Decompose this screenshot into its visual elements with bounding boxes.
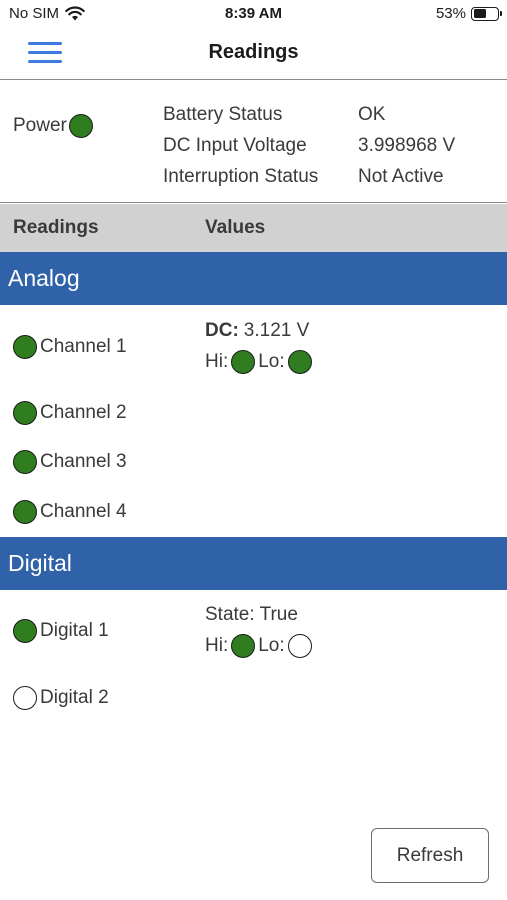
digital-channel-1[interactable]: Digital 1 — [13, 619, 109, 643]
dc-value: 3.121 V — [243, 320, 310, 341]
hi-lo-indicators: Hi: Lo: — [205, 630, 312, 662]
channel-1-status-dot-icon — [13, 335, 37, 359]
device-status-panel: Power Battery Status OK DC Input Voltage… — [0, 80, 507, 203]
lo-label: Lo: — [258, 635, 285, 656]
status-right: 53% — [435, 5, 502, 22]
status-row-interruption: Interruption Status Not Active — [163, 161, 498, 192]
page-title: Readings — [208, 41, 299, 63]
status-rows: Battery Status OK DC Input Voltage 3.998… — [163, 99, 498, 192]
status-value: Not Active — [358, 165, 444, 187]
power-indicator: Power — [13, 114, 93, 138]
status-label: Battery Status — [163, 103, 283, 125]
nav-bar: Readings — [0, 28, 507, 80]
digital-2-status-dot-icon — [13, 686, 37, 710]
channel-label: Channel 3 — [40, 451, 127, 472]
column-header-readings: Readings — [13, 217, 99, 238]
analog-channel-1[interactable]: Channel 1 — [13, 335, 127, 359]
channel-2-status-dot-icon — [13, 401, 37, 425]
channel-3-status-dot-icon — [13, 450, 37, 474]
channel-4-status-dot-icon — [13, 500, 37, 524]
lo-status-dot-icon — [287, 634, 312, 658]
dc-label: DC: — [205, 320, 239, 341]
status-time: 8:39 AM — [225, 5, 282, 22]
analog-channel-3[interactable]: Channel 3 — [13, 450, 127, 474]
analog-channel-1-reading: DC: 3.121 V Hi: Lo: — [205, 316, 312, 378]
state-reading: State: True — [205, 604, 298, 625]
power-label: Power — [13, 115, 67, 136]
digital-channel-1-reading: State: True Hi: Lo: — [205, 600, 312, 662]
section-header-digital: Digital — [0, 537, 507, 590]
channel-label: Channel 4 — [40, 501, 127, 522]
channel-label: Channel 1 — [40, 336, 127, 357]
channel-label: Channel 2 — [40, 402, 127, 423]
battery-fill — [473, 9, 486, 18]
hi-status-dot-icon — [231, 634, 256, 658]
status-label: DC Input Voltage — [163, 134, 307, 156]
battery-tip — [499, 11, 502, 16]
refresh-button[interactable]: Refresh — [371, 828, 489, 883]
column-header-values: Values — [205, 217, 266, 238]
status-row-dc-input-voltage: DC Input Voltage 3.998968 V — [163, 130, 498, 161]
status-row-battery: Battery Status OK — [163, 99, 498, 130]
status-bar: No SIM 8:39 AM 53% — [0, 0, 507, 28]
dc-reading: DC: 3.121 V — [205, 316, 312, 346]
status-value: OK — [358, 103, 386, 125]
status-value: 3.998968 V — [358, 134, 456, 156]
lo-label: Lo: — [258, 351, 285, 372]
table-header: Readings Values — [0, 204, 507, 252]
hi-lo-indicators: Hi: Lo: — [205, 346, 312, 378]
hi-status-dot-icon — [231, 350, 256, 374]
section-header-analog: Analog — [0, 252, 507, 305]
channel-label: Digital 2 — [40, 687, 109, 708]
digital-channel-2[interactable]: Digital 2 — [13, 686, 109, 710]
battery-percent: 53% — [435, 5, 466, 22]
channel-label: Digital 1 — [40, 620, 109, 641]
analog-channel-2[interactable]: Channel 2 — [13, 401, 127, 425]
analog-channel-4[interactable]: Channel 4 — [13, 500, 127, 524]
power-status-dot-icon — [68, 114, 93, 138]
lo-status-dot-icon — [287, 350, 312, 374]
hi-label: Hi: — [205, 635, 229, 656]
battery-icon — [471, 6, 502, 21]
status-label: Interruption Status — [163, 165, 319, 187]
digital-1-status-dot-icon — [13, 619, 37, 643]
hi-label: Hi: — [205, 351, 229, 372]
